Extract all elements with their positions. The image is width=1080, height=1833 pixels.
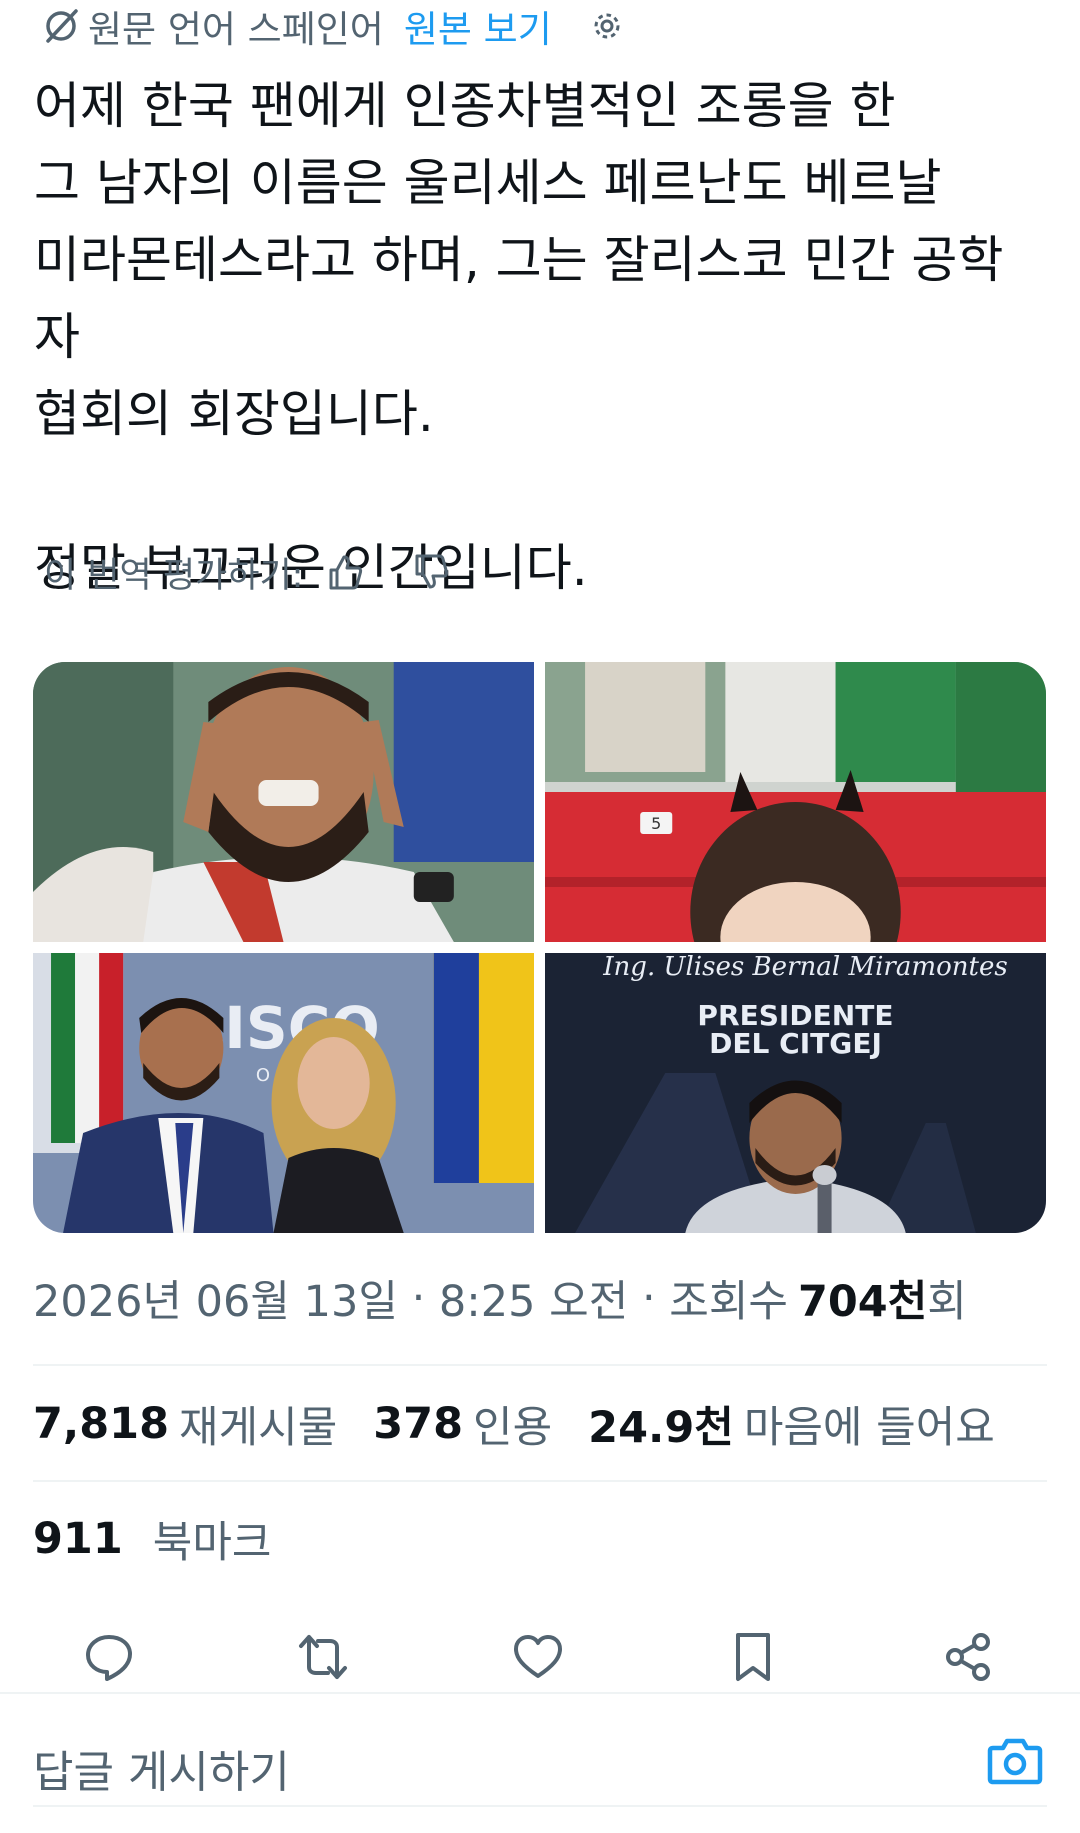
like-icon[interactable] (508, 1627, 568, 1687)
media-image-1[interactable] (33, 662, 534, 942)
title-line-2: DEL CITGEJ (709, 1027, 882, 1060)
quotes-label: 인용 (473, 1403, 553, 1453)
seat-number: 5 (651, 814, 661, 833)
repost-icon[interactable] (293, 1627, 353, 1687)
bookmarks-label: 북마크 (152, 1518, 272, 1568)
likes-label: 마음에 들어요 (743, 1403, 995, 1453)
post-time: 8:25 오전 (438, 1277, 629, 1327)
translation-bar: 원문 언어 스페인어 원본 보기 (42, 0, 626, 52)
rate-translation-label: 이 번역 평가하기: (44, 555, 304, 596)
meta-separator: · (411, 1273, 426, 1323)
quotes-count: 378 (373, 1399, 464, 1449)
reposts-stat[interactable]: 7,818 재게시물 (33, 1393, 337, 1455)
reply-composer: 답글 게시하기 (0, 1692, 1080, 1833)
signature-text: Ing. Ulises Bernal Miramontes (602, 953, 1008, 982)
views-count[interactable]: 704천 (798, 1267, 927, 1329)
bookmarks-count: 911 (33, 1514, 123, 1564)
camera-icon[interactable] (987, 1734, 1043, 1786)
reply-underline (33, 1805, 1047, 1807)
likes-stat[interactable]: 24.9천 마음에 들어요 (588, 1393, 995, 1455)
bookmarks-stat[interactable]: 911 북마크 (33, 1508, 271, 1570)
media-image-3[interactable]: LISCO O DEL (33, 953, 534, 1233)
action-bar (0, 1627, 1080, 1687)
post-date: 2026년 06월 13일 (33, 1277, 398, 1327)
divider (33, 1364, 1047, 1366)
reposts-count: 7,818 (33, 1399, 170, 1449)
quotes-stat[interactable]: 378 인용 (373, 1393, 552, 1455)
share-icon[interactable] (938, 1627, 998, 1687)
reposts-label: 재게시물 (179, 1403, 338, 1453)
reply-input[interactable]: 답글 게시하기 (33, 1736, 290, 1800)
source-language-label: 원문 언어 스페인어 (88, 8, 384, 51)
rate-translation: 이 번역 평가하기: (44, 548, 451, 596)
views-label: 조회수 (669, 1277, 788, 1327)
media-image-4[interactable]: Ing. Ulises Bernal Miramontes PRESIDENTE… (545, 953, 1046, 1233)
thumbs-down-icon[interactable] (411, 552, 451, 592)
tweet-text: 어제 한국 팬에게 인종차별적인 조롱을 한 그 남자의 이름은 울리세스 페르… (34, 77, 1004, 597)
likes-count: 24.9천 (588, 1403, 734, 1453)
views-suffix: 회 (927, 1277, 967, 1327)
meta-separator: · (641, 1273, 656, 1323)
translate-icon (42, 7, 80, 45)
tweet-meta: 2026년 06월 13일 · 8:25 오전 · 조회수 704천 회 (33, 1268, 967, 1328)
divider (33, 1480, 1047, 1482)
thumbs-up-icon[interactable] (325, 552, 365, 592)
reply-icon[interactable] (79, 1627, 139, 1687)
view-original-link[interactable]: 원본 보기 (404, 0, 552, 53)
bookmark-icon[interactable] (723, 1627, 783, 1687)
media-grid: 5 LISCO O DEL (33, 662, 1046, 1233)
gear-icon[interactable] (588, 7, 626, 45)
engagement-stats: 7,818 재게시물 378 인용 24.9천 마음에 들어요 (33, 1393, 995, 1455)
media-image-2[interactable]: 5 (545, 662, 1046, 942)
